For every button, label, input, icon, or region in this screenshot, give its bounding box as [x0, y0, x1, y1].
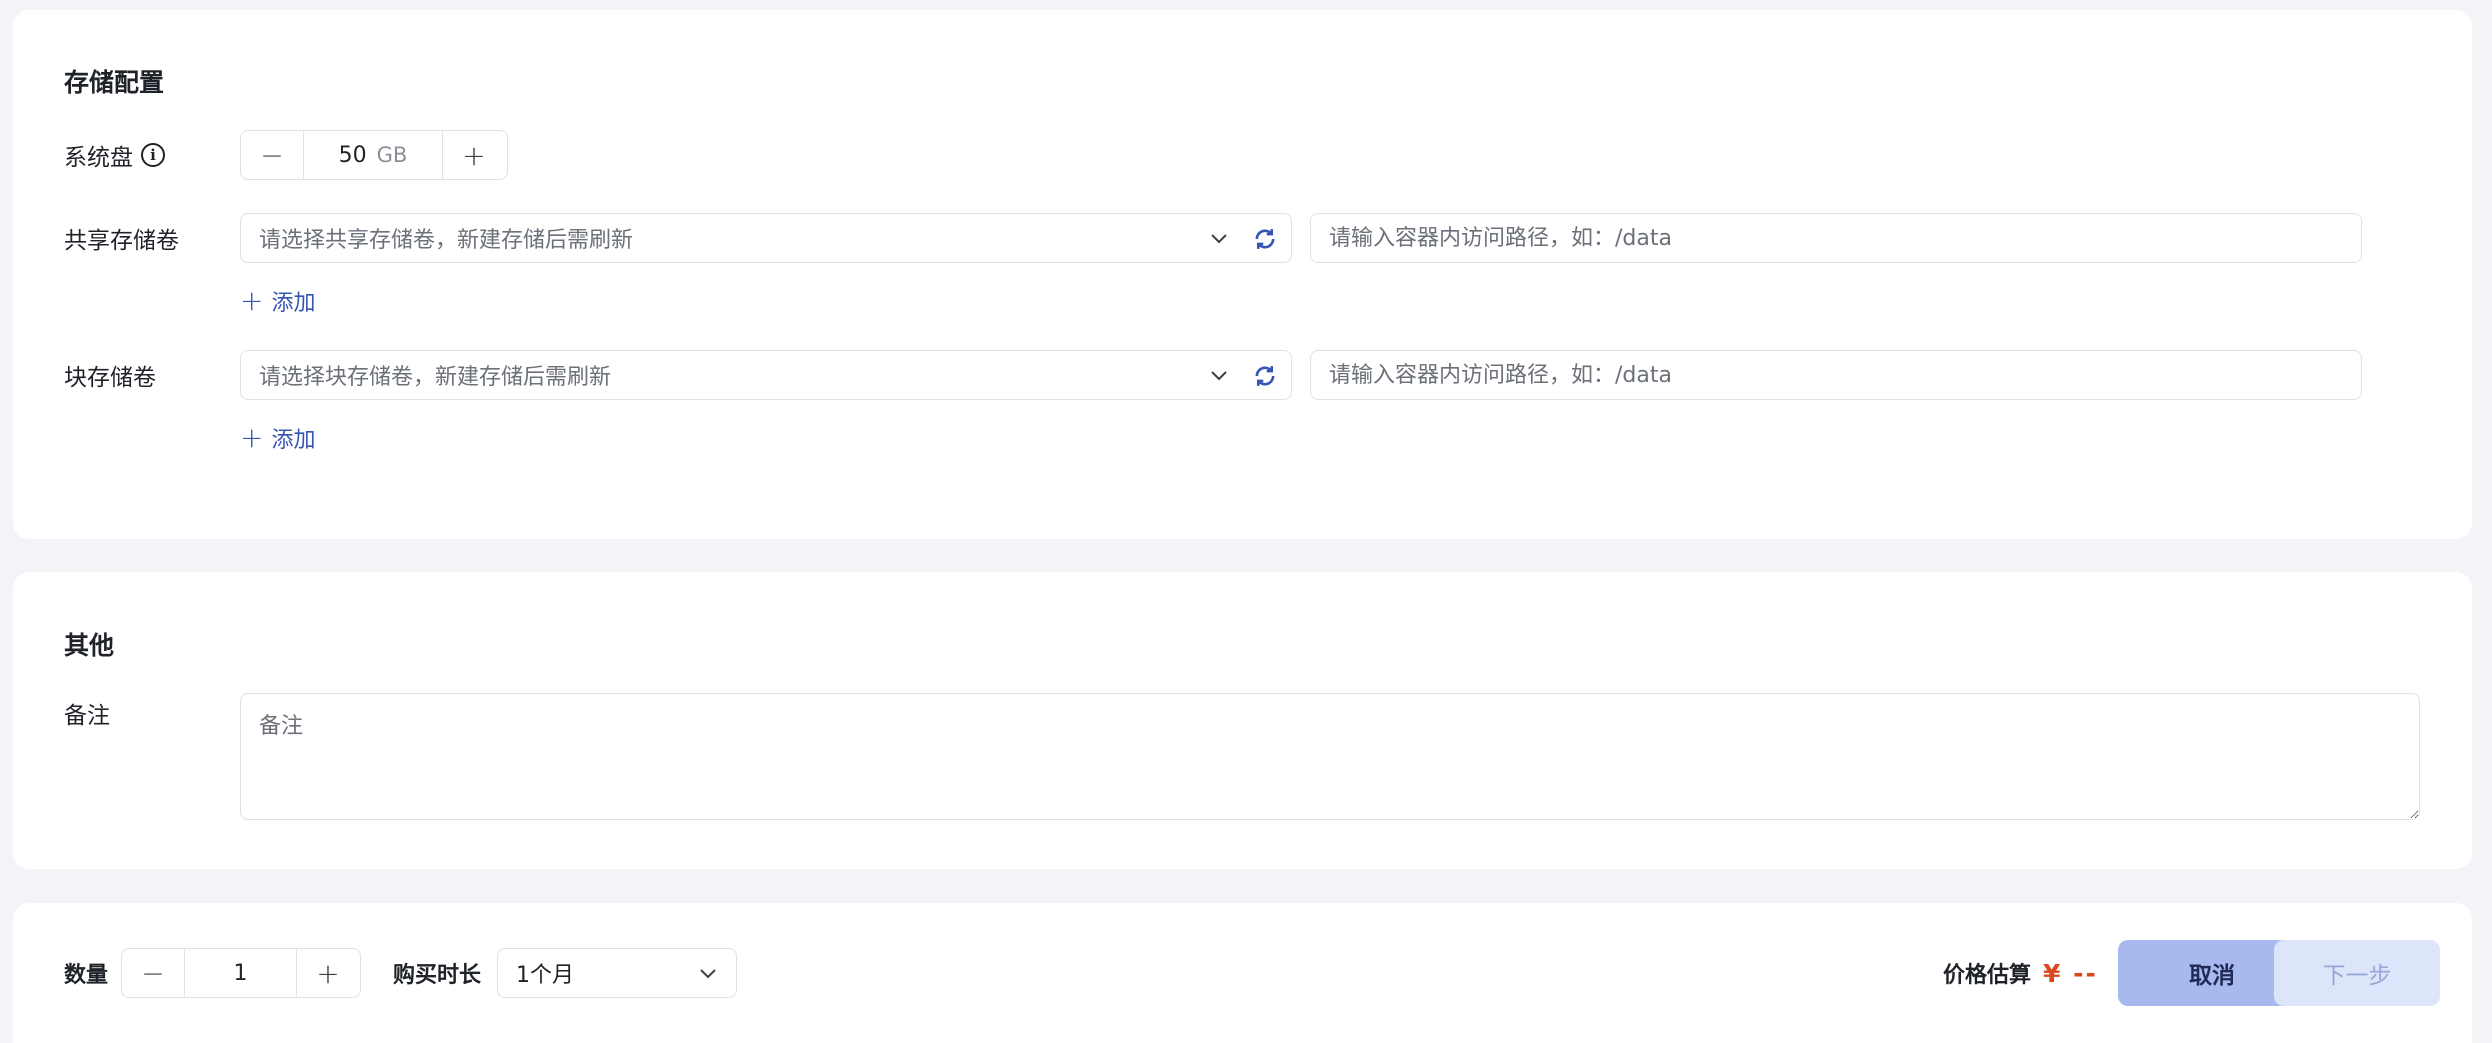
remark-label: 备注	[64, 703, 110, 729]
duration-value: 1个月	[516, 963, 574, 988]
shared-volume-select-placeholder: 请选择共享存储卷，新建存储后需刷新	[259, 228, 634, 253]
shared-volume-add-label: 添加	[271, 291, 316, 316]
plus-icon: +	[240, 284, 264, 317]
block-volume-label: 块存储卷	[64, 365, 156, 391]
plus-icon: +	[240, 421, 264, 454]
system-disk-increment-button[interactable]: +	[443, 131, 505, 179]
duration-label: 购买时长	[393, 963, 482, 988]
system-disk-stepper: − 50 GB +	[240, 130, 508, 180]
shared-volume-select[interactable]: 请选择共享存储卷，新建存储后需刷新	[240, 213, 1292, 263]
storage-config-card: 存储配置 系统盘 i − 50 GB + 共享存储卷 请选择共享存储卷，新建存储…	[13, 10, 2472, 539]
quantity-decrement-button[interactable]: −	[122, 949, 184, 997]
system-disk-value-field[interactable]: 50 GB	[303, 131, 443, 179]
price-estimate: 价格估算 ¥ --	[1943, 948, 2098, 998]
system-disk-unit: GB	[376, 143, 408, 167]
price-value: ¥ --	[2043, 958, 2098, 988]
shared-volume-label: 共享存储卷	[64, 228, 179, 254]
system-disk-value: 50	[338, 142, 367, 168]
chevron-down-icon	[700, 969, 716, 979]
system-disk-decrement-button[interactable]: −	[241, 131, 303, 179]
chevron-down-icon	[1211, 234, 1227, 244]
storage-section-title: 存储配置	[64, 68, 165, 97]
price-label: 价格估算	[1943, 963, 2032, 988]
other-section-title: 其他	[64, 631, 115, 660]
block-volume-add-button[interactable]: + 添加	[240, 422, 315, 454]
footer-bar: 数量 − 1 + 购买时长 1个月 价格估算 ¥ -- 取消 下一步	[13, 903, 2472, 1043]
block-volume-path-input[interactable]	[1310, 350, 2362, 400]
shared-volume-add-button[interactable]: + 添加	[240, 285, 315, 317]
block-volume-select-placeholder: 请选择块存储卷，新建存储后需刷新	[259, 365, 612, 390]
quantity-stepper: − 1 +	[121, 948, 361, 998]
info-icon[interactable]: i	[141, 143, 165, 167]
duration-select[interactable]: 1个月	[497, 948, 737, 998]
chevron-down-icon	[1211, 371, 1227, 381]
refresh-icon[interactable]	[1251, 225, 1279, 253]
quantity-value[interactable]: 1	[184, 949, 297, 997]
block-volume-add-label: 添加	[271, 428, 316, 453]
system-disk-label-row: 系统盘 i	[64, 130, 165, 180]
other-card: 其他 备注	[13, 572, 2472, 869]
system-disk-label: 系统盘	[64, 145, 133, 171]
remark-textarea[interactable]	[240, 693, 2420, 820]
refresh-icon[interactable]	[1251, 362, 1279, 390]
block-volume-select[interactable]: 请选择块存储卷，新建存储后需刷新	[240, 350, 1292, 400]
quantity-increment-button[interactable]: +	[297, 949, 359, 997]
quantity-label: 数量	[64, 963, 109, 988]
next-step-button[interactable]: 下一步	[2274, 940, 2440, 1006]
shared-volume-path-input[interactable]	[1310, 213, 2362, 263]
